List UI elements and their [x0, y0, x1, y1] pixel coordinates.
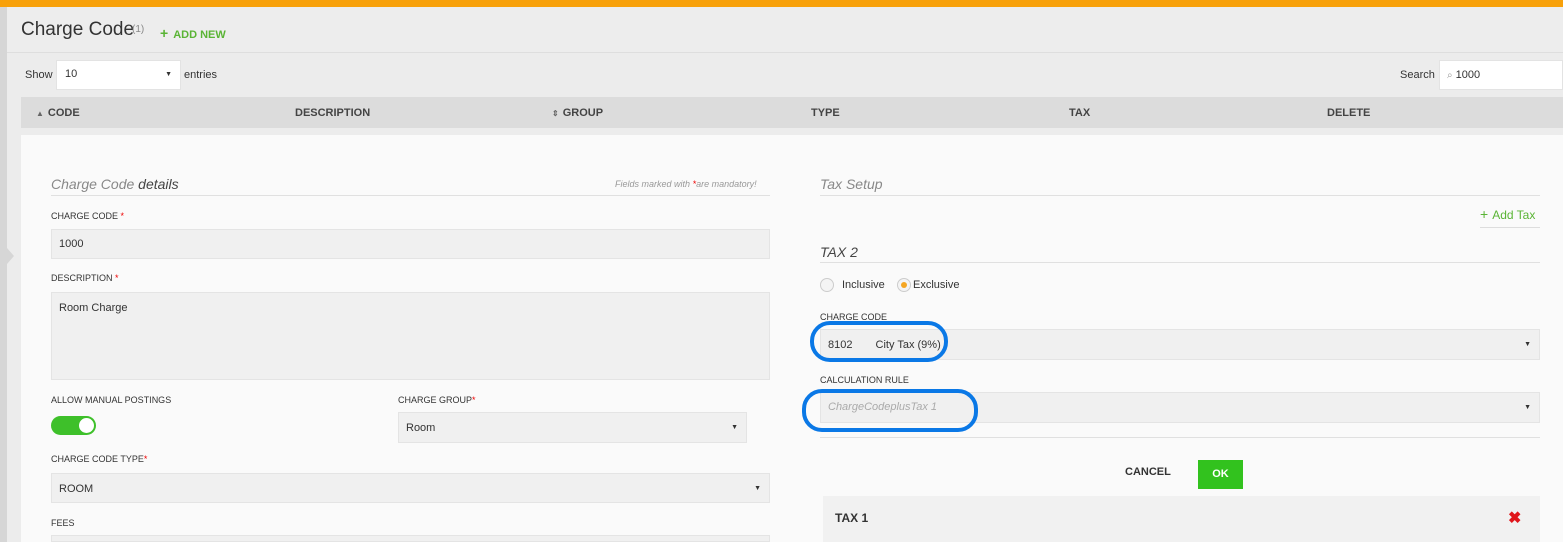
details-divider	[51, 195, 770, 196]
cancel-button[interactable]: CANCEL	[1125, 466, 1171, 478]
sort-asc-icon: ▲	[36, 109, 44, 118]
highlight-charge-code	[810, 321, 948, 362]
fees-field[interactable]	[51, 535, 770, 542]
caret-down-icon: ▼	[731, 424, 738, 431]
caret-down-icon: ▼	[1524, 341, 1531, 348]
tax2-title: TAX 2	[820, 244, 858, 260]
page-header: Charge Code (1) + ADD NEW	[7, 7, 1563, 53]
caret-down-icon: ▼	[1524, 404, 1531, 411]
search-label: Search	[1400, 69, 1435, 81]
page-title: Charge Code	[21, 19, 135, 40]
search-input[interactable]: ⌕ 1000	[1439, 60, 1563, 90]
tax2-divider	[820, 262, 1540, 263]
table-header: ▲ CODE DESCRIPTION ⇕ GROUP TYPE TAX DELETE	[21, 97, 1563, 128]
record-count: (1)	[132, 24, 145, 35]
tax-setup-divider	[820, 195, 1540, 196]
caret-down-icon: ▼	[165, 71, 172, 78]
sidebar-notch	[7, 248, 14, 264]
delete-icon[interactable]: ✖	[1508, 508, 1521, 528]
column-tax: TAX	[1069, 107, 1091, 119]
description-field[interactable]: Room Charge	[51, 292, 770, 380]
column-code[interactable]: ▲ CODE	[36, 107, 80, 119]
tax1-row: TAX 1 ✖	[823, 496, 1540, 542]
plus-icon: +	[1480, 206, 1489, 222]
column-type: TYPE	[811, 107, 840, 119]
exclusive-label: Exclusive	[913, 279, 960, 291]
show-label: Show	[25, 69, 53, 81]
search-value: 1000	[1455, 69, 1481, 81]
exclusive-radio[interactable]	[897, 278, 911, 292]
ok-button[interactable]: OK	[1198, 460, 1243, 489]
mandatory-note: Fields marked with *are mandatory!	[615, 179, 757, 189]
caret-down-icon: ▼	[754, 485, 761, 492]
entries-label: entries	[184, 69, 218, 81]
description-label: DESCRIPTION *	[51, 273, 119, 283]
charge-group-select[interactable]: Room ▼	[398, 412, 747, 443]
top-accent-bar	[0, 0, 1563, 7]
allow-manual-postings-toggle[interactable]	[51, 416, 96, 435]
inclusive-label: Inclusive	[842, 279, 885, 291]
add-new-button[interactable]: + ADD NEW	[160, 25, 226, 41]
tax1-label: TAX 1	[835, 511, 869, 525]
add-new-label: ADD NEW	[173, 29, 226, 41]
fees-label: FEES	[51, 518, 75, 528]
calculation-rule-label: CALCULATION RULE	[820, 375, 909, 385]
column-delete: DELETE	[1327, 107, 1371, 119]
add-tax-button[interactable]: + Add Tax	[1480, 206, 1540, 228]
allow-manual-postings-label: ALLOW MANUAL POSTINGS	[51, 395, 172, 405]
charge-group-label: CHARGE GROUP*	[398, 395, 476, 405]
tax-setup-title: Tax Setup	[820, 176, 883, 192]
sort-both-icon: ⇕	[552, 109, 559, 118]
column-description: DESCRIPTION	[295, 107, 371, 119]
left-sidebar-edge	[0, 7, 7, 542]
highlight-calculation-rule	[802, 389, 978, 432]
details-title: Charge Code details	[51, 176, 179, 192]
inclusive-radio[interactable]	[820, 278, 834, 292]
calc-divider	[820, 437, 1540, 438]
plus-icon: +	[160, 25, 169, 41]
entries-select-value: 10	[65, 68, 78, 80]
column-group[interactable]: ⇕ GROUP	[552, 107, 603, 119]
toggle-knob	[79, 418, 94, 433]
search-icon: ⌕	[1447, 70, 1453, 81]
charge-code-type-label: CHARGE CODE TYPE*	[51, 454, 148, 464]
charge-code-type-select[interactable]: ROOM ▼	[51, 473, 770, 503]
charge-code-field[interactable]: 1000	[51, 229, 770, 259]
charge-code-label: CHARGE CODE *	[51, 211, 125, 221]
entries-select[interactable]: 10 ▼	[56, 60, 181, 90]
